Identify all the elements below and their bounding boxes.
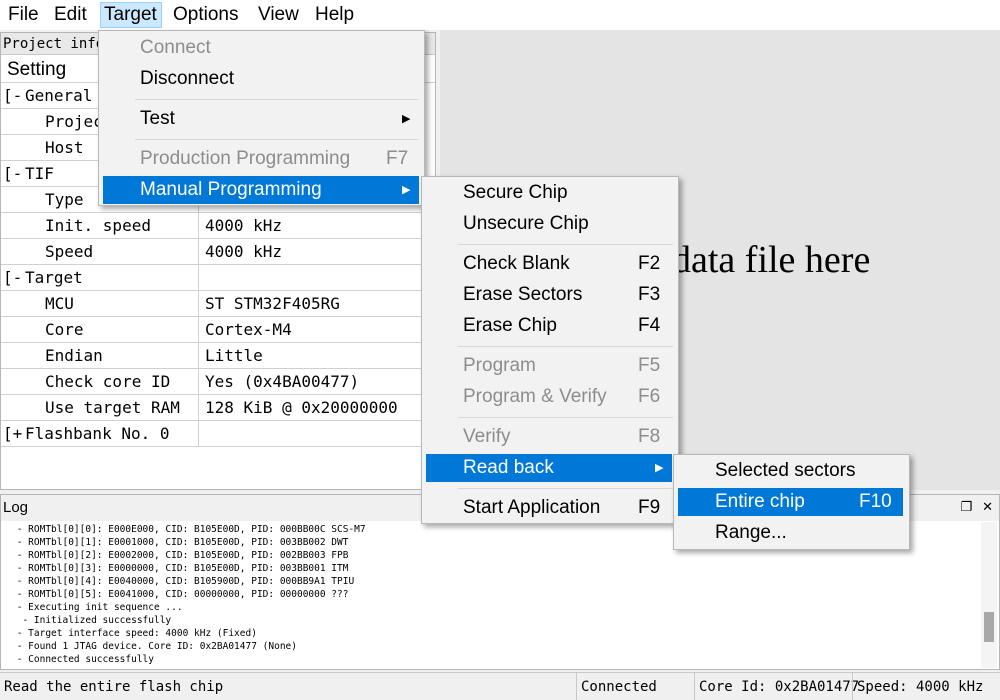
drop-hint-text: data file here <box>672 239 871 281</box>
manual-programming-menu: Secure Chip Unsecure Chip Check Blank F2… <box>421 176 679 524</box>
menu-item-verify[interactable]: Verify F8 <box>422 423 678 451</box>
status-speed: Speed: 4000 kHz <box>852 673 1000 700</box>
menu-item-range[interactable]: Range... <box>674 519 909 547</box>
property-value: 128 KiB @ 0x20000000 <box>205 398 398 417</box>
close-icon[interactable]: ✕ <box>982 499 993 514</box>
property-row[interactable]: [+ Flashbank No. 0 <box>1 421 421 447</box>
collapse-icon[interactable]: [- <box>3 161 23 186</box>
menu-item-selected-sectors[interactable]: Selected sectors <box>674 457 909 485</box>
property-row[interactable]: Use target RAM 128 KiB @ 0x20000000 <box>1 395 421 421</box>
menu-edit[interactable]: Edit <box>54 3 87 27</box>
menu-item-secure-chip[interactable]: Secure Chip <box>422 179 678 207</box>
menu-item-entire-chip[interactable]: Entire chip F10 <box>678 488 903 516</box>
menu-item-unsecure-chip[interactable]: Unsecure Chip <box>422 210 678 238</box>
menu-separator <box>458 244 673 245</box>
menu-item-manual-programming[interactable]: Manual Programming ▶ <box>103 176 419 204</box>
expand-icon[interactable]: [+ <box>3 421 23 446</box>
log-line: - ROMTbl[0][4]: E0040000, CID: B105900D,… <box>11 576 355 587</box>
log-line: - ROMTbl[0][5]: E0041000, CID: 00000000,… <box>11 589 349 600</box>
menu-item-program[interactable]: Program F5 <box>422 352 678 380</box>
menu-bar: File Edit Target Options View Help <box>0 0 1000 30</box>
target-menu: Connect Disconnect Test ▶ Production Pro… <box>98 30 425 206</box>
property-name: Target <box>25 265 199 290</box>
log-line: - ROMTbl[0][3]: E0000000, CID: B105E00D,… <box>11 563 349 574</box>
menu-separator <box>458 417 673 418</box>
property-row[interactable]: Check core ID Yes (0x4BA00477) <box>1 369 421 395</box>
menu-separator <box>458 346 673 347</box>
menu-file[interactable]: File <box>8 3 39 27</box>
menu-view[interactable]: View <box>258 3 299 27</box>
property-row[interactable]: Speed 4000 kHz <box>1 239 421 265</box>
property-value: Yes (0x4BA00477) <box>205 372 360 391</box>
menu-item-program-verify[interactable]: Program & Verify F6 <box>422 383 678 411</box>
status-core-id: Core Id: 0x2BA01477 <box>694 673 859 700</box>
menu-item-start-application[interactable]: Start Application F9 <box>422 494 678 522</box>
property-name: Use target RAM <box>45 395 199 420</box>
menu-item-connect[interactable]: Connect <box>99 34 424 62</box>
property-value: Little <box>205 346 263 365</box>
status-message: Read the entire flash chip <box>4 679 224 695</box>
log-line: - Found 1 JTAG device. Core ID: 0x2BA014… <box>11 641 297 652</box>
read-back-menu: Selected sectors Entire chip F10 Range..… <box>673 454 910 550</box>
property-name: Check core ID <box>45 369 199 394</box>
submenu-arrow-icon: ▶ <box>402 113 411 125</box>
property-name: MCU <box>45 291 199 316</box>
property-name: Core <box>45 317 199 342</box>
property-row[interactable]: MCU ST STM32F405RG <box>1 291 421 317</box>
collapse-icon[interactable]: [- <box>3 83 23 108</box>
log-line: - Target interface speed: 4000 kHz (Fixe… <box>11 628 257 639</box>
property-value: 4000 kHz <box>205 216 283 235</box>
log-line: - Connected successfully <box>11 654 154 665</box>
menu-target[interactable]: Target <box>100 2 162 28</box>
property-row[interactable]: Core Cortex-M4 <box>1 317 421 343</box>
log-line: - Initialized successfully <box>11 615 172 626</box>
property-row[interactable]: Endian Little <box>1 343 421 369</box>
menu-help[interactable]: Help <box>315 3 354 27</box>
property-value: Cortex-M4 <box>205 320 292 339</box>
property-row[interactable]: [- Target <box>1 265 421 291</box>
property-name: Endian <box>45 343 199 368</box>
log-line: - Executing init sequence ... <box>11 602 183 613</box>
property-name: Flashbank No. 0 <box>25 421 199 446</box>
menu-item-disconnect[interactable]: Disconnect <box>99 65 424 93</box>
menu-item-erase-chip[interactable]: Erase Chip F4 <box>422 312 678 340</box>
log-scroll-thumb[interactable] <box>984 612 994 642</box>
status-connection: Connected <box>576 673 694 700</box>
submenu-arrow-icon: ▶ <box>655 462 664 474</box>
status-bar: Read the entire flash chip Connected Cor… <box>0 672 1000 700</box>
submenu-arrow-icon: ▶ <box>402 184 411 196</box>
menu-options[interactable]: Options <box>173 3 238 27</box>
menu-separator <box>135 99 419 100</box>
property-value: 4000 kHz <box>205 242 283 261</box>
property-row[interactable]: Init. speed 4000 kHz <box>1 213 421 239</box>
restore-icon[interactable]: ❐ <box>960 499 972 514</box>
property-name: Speed <box>45 239 199 264</box>
menu-item-test[interactable]: Test ▶ <box>99 105 424 133</box>
menu-item-production-programming[interactable]: Production Programming F7 <box>99 145 424 173</box>
menu-item-erase-sectors[interactable]: Erase Sectors F3 <box>422 281 678 309</box>
menu-item-read-back[interactable]: Read back ▶ <box>426 454 672 482</box>
menu-separator <box>458 488 673 489</box>
collapse-icon[interactable]: [- <box>3 265 23 290</box>
menu-item-check-blank[interactable]: Check Blank F2 <box>422 250 678 278</box>
log-window-controls: ❐ ✕ <box>950 499 993 515</box>
menu-separator <box>135 139 419 140</box>
property-value: ST STM32F405RG <box>205 294 340 313</box>
log-line: - ROMTbl[0][2]: E0002000, CID: B105E00D,… <box>11 550 349 561</box>
log-scrollbar[interactable] <box>981 522 997 668</box>
property-name: Init. speed <box>45 213 199 238</box>
